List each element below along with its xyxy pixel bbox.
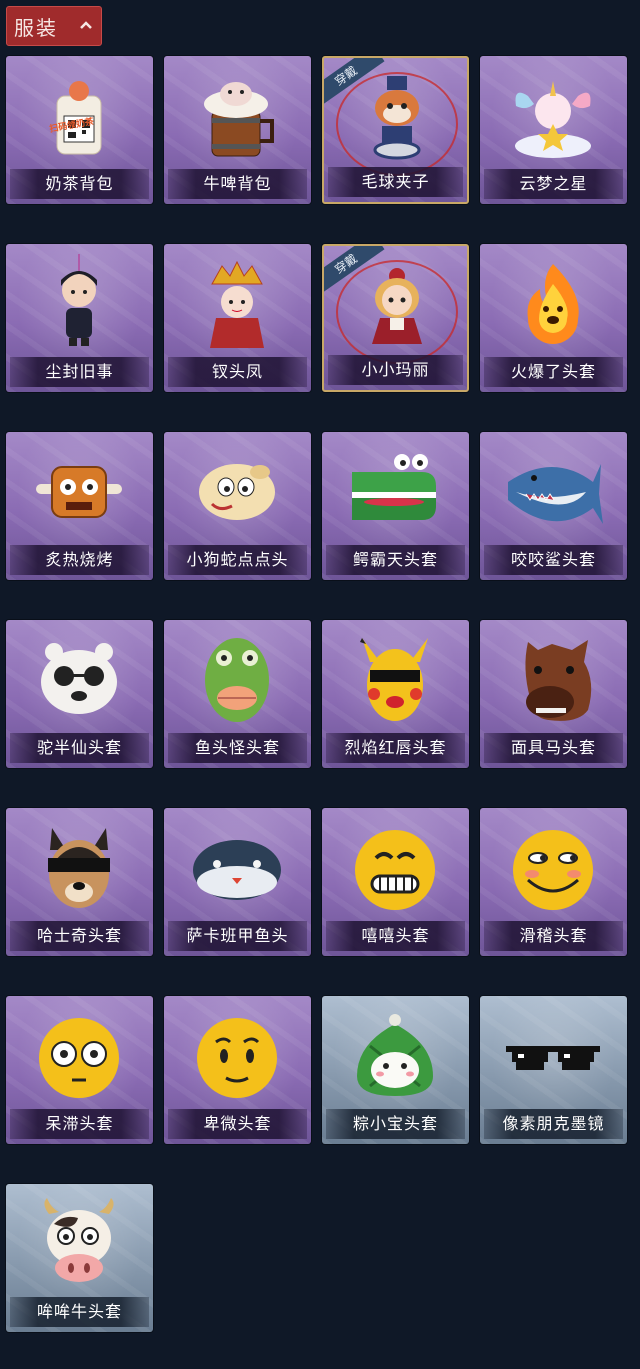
item-label: 烈焰红唇头套 <box>326 733 465 763</box>
item-label: 像素朋克墨镜 <box>484 1109 623 1139</box>
item-label: 滑稽头套 <box>484 921 623 951</box>
beer-barrel-backpack-icon <box>204 82 274 157</box>
item-card[interactable]: 萨卡班甲鱼头 <box>164 808 311 956</box>
item-card[interactable]: 穿戴 毛球夹子 <box>322 56 469 204</box>
item-card[interactable]: 哞哞牛头套 <box>6 1184 153 1332</box>
dog-snake-mask-icon <box>199 464 275 520</box>
item-card[interactable]: 尘封旧事 <box>6 244 153 392</box>
item-card[interactable]: 面具马头套 <box>480 620 627 768</box>
item-card[interactable]: 咬咬鲨头套 <box>480 432 627 580</box>
item-card[interactable]: 像素朋克墨镜 <box>480 996 627 1144</box>
item-card[interactable]: 粽小宝头套 <box>322 996 469 1144</box>
item-card[interactable]: 呆滞头套 <box>6 996 153 1144</box>
shark-mask-icon <box>508 464 603 524</box>
item-card[interactable]: 牛啤背包 <box>164 56 311 204</box>
item-label: 鳄霸天头套 <box>326 545 465 575</box>
item-label: 哞哞牛头套 <box>10 1297 149 1327</box>
fish-head-mask-icon <box>205 638 269 722</box>
item-label: 奶茶背包 <box>10 169 149 199</box>
dazed-emoji-mask-icon <box>39 1018 119 1098</box>
item-label: 火爆了头套 <box>484 357 623 387</box>
humble-emoji-mask-icon <box>197 1018 277 1098</box>
chevron-up-icon <box>80 21 92 29</box>
section-toggle-clothing[interactable]: 服装 <box>6 6 102 46</box>
item-card[interactable]: 小狗蛇点点头 <box>164 432 311 580</box>
item-card[interactable]: 驼半仙头套 <box>6 620 153 768</box>
item-label: 云梦之星 <box>484 169 623 199</box>
grinning-emoji-mask-icon <box>355 830 435 910</box>
item-card[interactable]: 炙热烧烤 <box>6 432 153 580</box>
item-card[interactable]: 穿戴 小小玛丽 <box>322 244 469 392</box>
raccoon-drummer-clip-icon <box>373 76 421 160</box>
item-label: 尘封旧事 <box>10 357 149 387</box>
item-card[interactable]: 云梦之星 <box>480 56 627 204</box>
item-card[interactable]: 鱼头怪头套 <box>164 620 311 768</box>
item-label: 炙热烧烤 <box>10 545 149 575</box>
bbq-meat-mask-icon <box>36 466 122 518</box>
item-label: 咬咬鲨头套 <box>484 545 623 575</box>
item-grid: 扫码领奶茶 奶茶背包 牛啤背包 穿戴 毛球夹子 云梦之星尘封旧事 钗头凤 穿戴 小小玛丽 火爆了头… <box>6 56 627 1332</box>
item-card[interactable]: 滑稽头套 <box>480 808 627 956</box>
item-label: 小小玛丽 <box>328 355 463 385</box>
husky-sunglasses-mask-icon <box>48 828 110 908</box>
horse-head-mask-icon <box>525 640 592 721</box>
section-title: 服装 <box>14 15 58 40</box>
item-label: 鱼头怪头套 <box>168 733 307 763</box>
item-card[interactable]: 火爆了头套 <box>480 244 627 392</box>
little-mary-doll-icon <box>372 268 422 344</box>
yellow-pikachu-lips-mask-icon <box>360 638 428 721</box>
item-card[interactable]: 哈士奇头套 <box>6 808 153 956</box>
item-label: 牛啤背包 <box>168 169 307 199</box>
unicorn-cloud-star-icon <box>515 81 591 158</box>
zongzi-mask-icon <box>357 1014 433 1096</box>
item-card[interactable]: 扫码领奶茶 奶茶背包 <box>6 56 153 204</box>
pixel-sunglasses-icon <box>506 1046 600 1070</box>
item-label: 毛球夹子 <box>328 167 463 197</box>
chibi-man-pendant-icon <box>61 254 97 346</box>
item-label: 萨卡班甲鱼头 <box>168 921 307 951</box>
item-card[interactable]: 嘻嘻头套 <box>322 808 469 956</box>
item-label: 嘻嘻头套 <box>326 921 465 951</box>
item-label: 粽小宝头套 <box>326 1109 465 1139</box>
item-label: 钗头凤 <box>168 357 307 387</box>
item-label: 呆滞头套 <box>10 1109 149 1139</box>
fire-head-mask-icon <box>527 264 579 344</box>
item-label: 卑微头套 <box>168 1109 307 1139</box>
item-label: 面具马头套 <box>484 733 623 763</box>
item-card[interactable]: 钗头凤 <box>164 244 311 392</box>
item-card[interactable]: 鳄霸天头套 <box>322 432 469 580</box>
item-card[interactable]: 卑微头套 <box>164 996 311 1144</box>
item-label: 小狗蛇点点头 <box>168 545 307 575</box>
sacabambaspis-fish-mask-icon <box>193 840 281 900</box>
item-label: 驼半仙头套 <box>10 733 149 763</box>
crocodile-mask-icon <box>352 454 436 520</box>
item-label: 哈士奇头套 <box>10 921 149 951</box>
phoenix-crown-doll-icon <box>210 260 264 348</box>
polar-bear-sunglasses-mask-icon <box>41 643 117 714</box>
funny-emoji-mask-icon <box>513 830 593 910</box>
cow-head-mask-icon <box>44 1198 114 1282</box>
item-card[interactable]: 烈焰红唇头套 <box>322 620 469 768</box>
